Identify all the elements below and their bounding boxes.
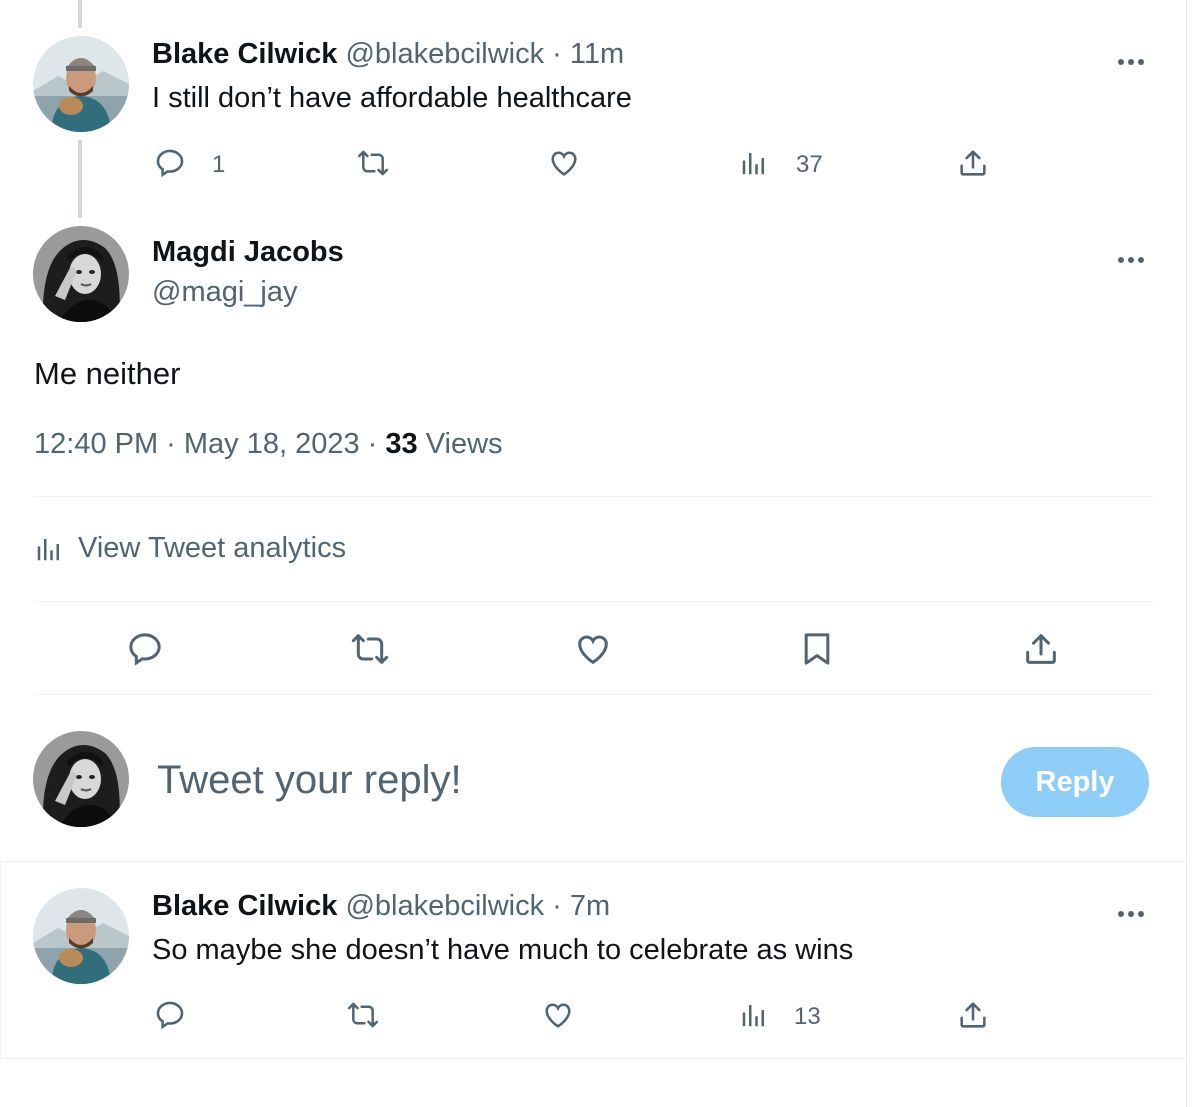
- tweet-time[interactable]: · 11m: [552, 38, 624, 70]
- avatar-magdi[interactable]: [33, 226, 129, 322]
- views-count: 33: [385, 428, 418, 460]
- divider: [34, 496, 1153, 497]
- tweet-header: Blake Cilwick @blakebcilwick · 11m: [152, 38, 624, 71]
- thread-line-top: [78, 0, 82, 28]
- avatar-blake[interactable]: [33, 888, 129, 984]
- retweet-icon[interactable]: [355, 146, 391, 180]
- tweet-text: Me neither: [34, 356, 181, 391]
- divider: [0, 861, 1186, 862]
- like-icon[interactable]: [572, 629, 614, 669]
- tweet-time[interactable]: · 7m: [552, 890, 610, 922]
- author-handle[interactable]: @magi_jay: [152, 276, 298, 309]
- analytics-icon: [34, 534, 64, 564]
- like-icon[interactable]: [540, 998, 576, 1032]
- like-icon[interactable]: [546, 146, 582, 180]
- page-edge: [1186, 0, 1187, 1107]
- share-icon[interactable]: [956, 998, 990, 1032]
- view-analytics-link[interactable]: View Tweet analytics: [34, 532, 346, 565]
- author-name[interactable]: Blake Cilwick: [152, 38, 337, 70]
- tweet-meta: 12:40 PM · May 18, 2023 · 33 Views: [34, 428, 503, 461]
- reply-button[interactable]: Reply: [1001, 747, 1149, 817]
- tweet-timestamp[interactable]: 12:40 PM · May 18, 2023 ·: [34, 428, 385, 460]
- more-icon[interactable]: [1118, 250, 1148, 263]
- avatar-current-user[interactable]: [33, 731, 129, 827]
- reply-count: 1: [212, 151, 226, 178]
- views-count: 37: [796, 151, 823, 178]
- thread-line-middle: [78, 140, 82, 218]
- tweet-text: So maybe she doesn’t have much to celebr…: [152, 934, 854, 966]
- author-handle[interactable]: @blakebcilwick: [345, 890, 544, 922]
- bookmark-icon[interactable]: [797, 629, 837, 669]
- divider: [34, 694, 1153, 695]
- author-name[interactable]: Magdi Jacobs: [152, 236, 344, 269]
- tweet-text: I still don’t have affordable healthcare: [152, 82, 632, 114]
- author-handle[interactable]: @blakebcilwick: [345, 38, 544, 70]
- views-icon[interactable]: [739, 148, 769, 178]
- views-icon[interactable]: [739, 1000, 769, 1030]
- share-icon[interactable]: [956, 146, 990, 180]
- reply-icon[interactable]: [125, 629, 165, 669]
- reply-icon[interactable]: [153, 146, 187, 180]
- more-icon[interactable]: [1118, 904, 1148, 917]
- reply-input[interactable]: Tweet your reply!: [157, 758, 462, 803]
- views-label: Views: [417, 428, 503, 460]
- divider: [34, 601, 1153, 602]
- divider: [0, 1058, 1186, 1059]
- retweet-icon[interactable]: [345, 998, 381, 1032]
- avatar-blake[interactable]: [33, 36, 129, 132]
- retweet-icon[interactable]: [348, 629, 392, 669]
- share-icon[interactable]: [1021, 629, 1061, 669]
- author-name[interactable]: Blake Cilwick: [152, 890, 337, 922]
- page-edge-left: [0, 860, 1, 1060]
- views-count: 13: [794, 1003, 821, 1030]
- more-icon[interactable]: [1118, 52, 1148, 65]
- reply-icon[interactable]: [153, 998, 187, 1032]
- tweet-header: Blake Cilwick @blakebcilwick · 7m: [152, 890, 610, 923]
- analytics-label: View Tweet analytics: [78, 532, 347, 564]
